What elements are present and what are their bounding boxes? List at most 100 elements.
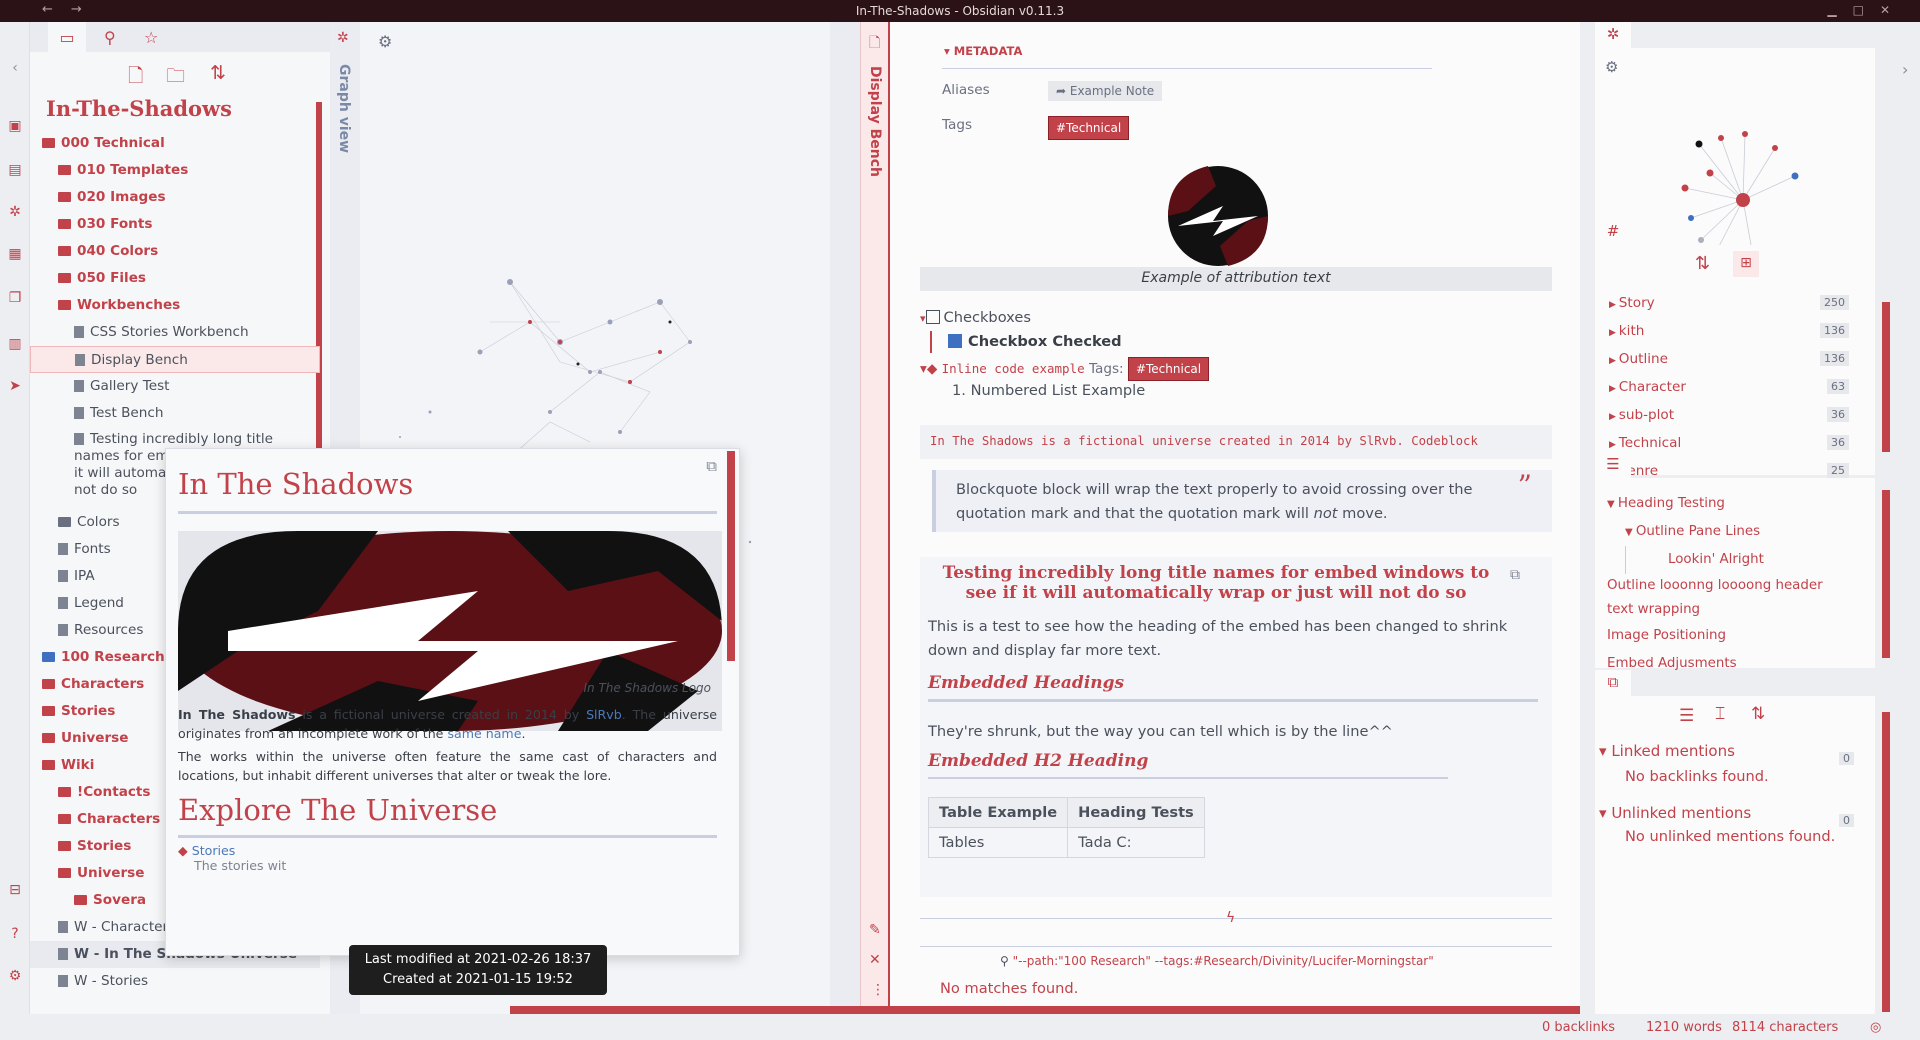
h1-rule <box>928 699 1538 702</box>
tree-file[interactable]: W - Stories <box>30 968 320 995</box>
send-icon[interactable]: ➤ <box>7 378 23 394</box>
link-icon[interactable]: ⧉ <box>706 457 717 475</box>
tree-label: Legend <box>74 595 124 611</box>
tree-folder[interactable]: 020 Images <box>30 184 320 211</box>
tree-file[interactable]: CSS Stories Workbench <box>30 319 320 346</box>
same-name-link[interactable]: same name <box>447 726 521 741</box>
tree-file[interactable]: Test Bench <box>30 400 320 427</box>
sync-icon[interactable]: ◎ <box>1870 1020 1881 1035</box>
sort-icon[interactable]: ⇅ <box>210 62 226 84</box>
collapse-results-icon[interactable]: ☰ <box>1679 706 1694 726</box>
local-graph-tab[interactable]: ✲ <box>1595 22 1631 48</box>
search-tab-icon[interactable]: ⚲ <box>104 28 116 47</box>
folder-icon <box>74 895 87 905</box>
checkbox-checked[interactable]: Checkbox Checked <box>948 333 1122 350</box>
copy-icon[interactable]: ❐ <box>7 290 23 306</box>
unlinked-mentions[interactable]: ▾ Unlinked mentions <box>1599 804 1751 822</box>
sort-icon[interactable]: ⇅ <box>1695 253 1710 274</box>
tree-folder[interactable]: 050 Files <box>30 265 320 292</box>
vault-icon[interactable]: ⊟ <box>7 882 23 898</box>
new-note-icon[interactable]: 🗋 <box>128 62 143 94</box>
star-tab-icon[interactable]: ☆ <box>144 28 158 47</box>
tag-item[interactable]: ▶ sub-plot 36 <box>1595 401 1865 429</box>
local-graph[interactable]: ⚙ <box>1595 48 1875 260</box>
help-icon[interactable]: ? <box>7 926 23 942</box>
inline-tag[interactable]: #Technical <box>1127 357 1210 381</box>
tree-folder[interactable]: 030 Fonts <box>30 211 320 238</box>
backlinks-tab[interactable]: ⧉ <box>1595 670 1631 696</box>
tree-file[interactable]: Display Bench <box>30 346 320 373</box>
embed-block[interactable]: ⧉ Testing incredibly long title names fo… <box>920 557 1552 897</box>
kanban-icon[interactable]: ▦ <box>7 246 23 262</box>
file-icon <box>74 380 84 392</box>
tags-tab[interactable]: # <box>1595 219 1631 245</box>
outline-item[interactable]: Image Positioning <box>1607 622 1875 650</box>
backlinks-scrollbar[interactable] <box>1882 712 1890 1012</box>
outline-item[interactable]: ▼ Heading Testing <box>1607 490 1875 518</box>
tag-name: Character <box>1618 379 1686 395</box>
file-icon[interactable]: 🗋 <box>869 32 880 56</box>
word-count: 1210 words <box>1646 1020 1722 1035</box>
sort-icon[interactable]: ⇅ <box>1751 704 1765 724</box>
local-graph-canvas[interactable] <box>1595 48 1875 260</box>
tag-item[interactable]: ▶ kith 136 <box>1595 317 1865 345</box>
alias-pill[interactable]: ➦ Example Note <box>1048 81 1163 101</box>
collapse-left-icon[interactable]: ‹ <box>7 60 23 76</box>
tags-scrollbar[interactable] <box>1882 302 1890 452</box>
tag-count: 63 <box>1827 379 1849 394</box>
tree-folder[interactable]: 000 Technical <box>30 130 320 157</box>
tag-count: 25 <box>1827 463 1849 478</box>
tag-item[interactable]: ▶ Character 63 <box>1595 373 1865 401</box>
graph-settings-icon[interactable]: ⚙ <box>1605 58 1618 76</box>
edit-icon[interactable]: ✎ <box>869 922 881 938</box>
tree-label: Characters <box>61 676 145 692</box>
tag-name: kith <box>1618 323 1645 339</box>
tree-file[interactable]: Gallery Test <box>30 373 320 400</box>
close-icon[interactable]: ✕ <box>869 952 881 968</box>
tree-folder[interactable]: Workbenches <box>30 292 320 319</box>
author-link[interactable]: SlRvb <box>586 707 622 722</box>
file-icon[interactable]: ▤ <box>7 162 23 178</box>
tree-view-icon[interactable]: ⊞ <box>1733 251 1759 277</box>
outline-item[interactable]: Lookin' Alright <box>1625 546 1875 574</box>
divider-bolt-icon: ϟ <box>1226 910 1236 926</box>
checkbox-item[interactable]: ▾ Checkboxes <box>920 309 1031 326</box>
file-icon <box>74 407 84 419</box>
preview-image-frame <box>178 531 722 731</box>
tag-item[interactable]: ▶ Technical 36 <box>1595 429 1865 457</box>
tree-folder[interactable]: 040 Colors <box>30 238 320 265</box>
folder-icon <box>42 760 55 770</box>
codeblock: In The Shadows is a fictional universe c… <box>920 425 1552 459</box>
more-icon[interactable]: ⋮ <box>871 982 885 998</box>
editor-pane[interactable]: 🗋 Display Bench ✎ ✕ ⋮ ▾ METADATA Aliases… <box>510 22 1591 1014</box>
outline-scrollbar[interactable] <box>1882 490 1890 658</box>
horizontal-scrollbar[interactable] <box>510 1006 1580 1014</box>
backlink-count[interactable]: 0 backlinks <box>1542 1020 1615 1035</box>
tag-item[interactable]: ▶ Outline 136 <box>1595 345 1865 373</box>
tag-item[interactable]: ▶ Story 250 <box>1595 289 1865 317</box>
collapse-right-icon[interactable]: › <box>1902 60 1908 79</box>
settings-icon[interactable]: ⚙ <box>7 968 23 984</box>
table-icon[interactable]: ▥ <box>7 336 23 352</box>
hover-preview[interactable]: ⧉ In The Shadows In The Shadows Logo In … <box>165 448 740 956</box>
tree-label: !Contacts <box>77 784 151 800</box>
folder-tab-icon[interactable]: ▭ <box>48 22 86 52</box>
metadata-tag[interactable]: #Technical <box>1048 116 1130 140</box>
embed-link-icon[interactable]: ⧉ <box>1510 567 1520 583</box>
new-folder-icon[interactable]: 🗀 <box>166 62 185 94</box>
query-line[interactable]: ⚲ "--path:"100 Research" --tags:#Researc… <box>1000 954 1434 968</box>
tree-folder[interactable]: 010 Templates <box>30 157 320 184</box>
preview-scrollbar[interactable] <box>727 451 735 661</box>
outline-item[interactable]: ▼ Outline Pane Lines <box>1607 518 1875 546</box>
window-controls[interactable]: ▁□✕ <box>1827 3 1906 17</box>
outline-item[interactable]: Outline looonng loooong header text wrap… <box>1607 574 1847 622</box>
linked-mentions[interactable]: ▾ Linked mentions <box>1599 742 1735 760</box>
graph-icon[interactable]: ✲ <box>7 204 23 220</box>
calendar-icon[interactable]: ▣ <box>7 118 23 134</box>
file-icon <box>58 948 68 960</box>
show-context-icon[interactable]: ⌶ <box>1715 704 1725 724</box>
outline-tab[interactable]: ☰ <box>1595 452 1631 478</box>
stories-link[interactable]: Stories <box>192 843 236 858</box>
file-icon <box>58 543 68 555</box>
outline-item[interactable]: Embed Adjusments <box>1607 650 1875 678</box>
